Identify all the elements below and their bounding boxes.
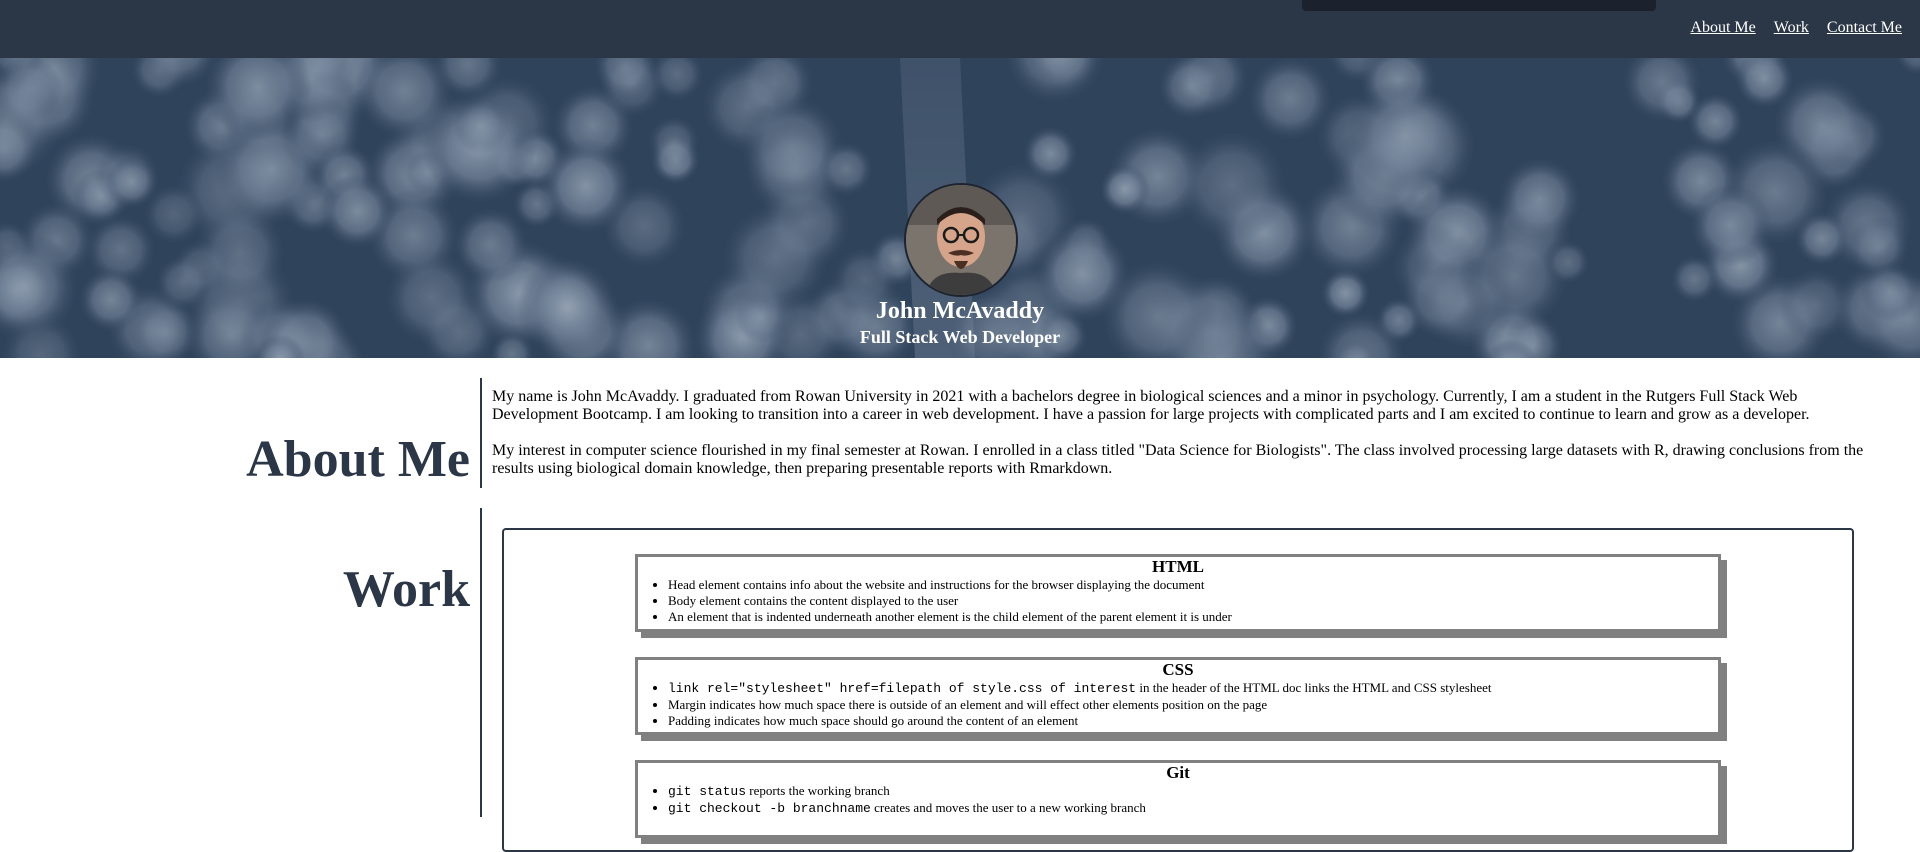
- about-divider: [480, 378, 482, 488]
- list-item: Padding indicates how much space should …: [668, 713, 1718, 729]
- list-item: Margin indicates how much space there is…: [668, 697, 1718, 713]
- list-item-text: creates and moves the user to a new work…: [871, 800, 1146, 815]
- work-divider: [480, 508, 482, 817]
- nav-link-contact-me[interactable]: Contact Me: [1827, 19, 1902, 37]
- list-item: git status reports the working branch: [668, 783, 1718, 800]
- about-me-heading: About Me: [246, 434, 470, 486]
- card-list: git status reports the working branch gi…: [638, 783, 1718, 817]
- code-snippet: git status: [668, 784, 746, 799]
- work-heading: Work: [343, 564, 470, 616]
- site-header: About Me Work Contact Me: [0, 0, 1920, 58]
- card-list: Head element contains info about the web…: [638, 577, 1718, 625]
- card-title: CSS: [638, 660, 1718, 680]
- list-item: Body element contains the content displa…: [668, 593, 1718, 609]
- list-item: An element that is indented underneath a…: [668, 609, 1718, 625]
- hero-banner: John McAvaddy Full Stack Web Developer: [0, 58, 1920, 358]
- nav-link-about-me[interactable]: About Me: [1690, 19, 1755, 37]
- code-snippet: link rel="stylesheet" href=filepath of s…: [668, 681, 1136, 696]
- main-nav: About Me Work Contact Me: [1690, 19, 1902, 37]
- list-item-text: in the header of the HTML doc links the …: [1136, 680, 1491, 695]
- list-item-text: reports the working branch: [746, 783, 890, 798]
- card-list: link rel="stylesheet" href=filepath of s…: [638, 680, 1718, 729]
- list-item: link rel="stylesheet" href=filepath of s…: [668, 680, 1718, 697]
- hero-name: John McAvaddy: [0, 298, 1920, 325]
- nav-link-work[interactable]: Work: [1774, 19, 1809, 37]
- work-card-git: Git git status reports the working branc…: [635, 760, 1721, 838]
- profile-photo-image: [906, 185, 1016, 295]
- profile-avatar: [904, 183, 1018, 297]
- about-me-text: My name is John McAvaddy. I graduated fr…: [492, 388, 1867, 496]
- list-item: git checkout -b branchname creates and m…: [668, 800, 1718, 817]
- work-card-html: HTML Head element contains info about th…: [635, 554, 1721, 632]
- card-title: HTML: [638, 557, 1718, 577]
- hero-role: Full Stack Web Developer: [0, 327, 1920, 348]
- header-tab-decoration: [1302, 0, 1656, 11]
- about-paragraph: My interest in computer science flourish…: [492, 442, 1867, 478]
- code-snippet: git checkout -b branchname: [668, 801, 871, 816]
- about-paragraph: My name is John McAvaddy. I graduated fr…: [492, 388, 1867, 424]
- list-item: Head element contains info about the web…: [668, 577, 1718, 593]
- card-title: Git: [638, 763, 1718, 783]
- work-card-css: CSS link rel="stylesheet" href=filepath …: [635, 657, 1721, 735]
